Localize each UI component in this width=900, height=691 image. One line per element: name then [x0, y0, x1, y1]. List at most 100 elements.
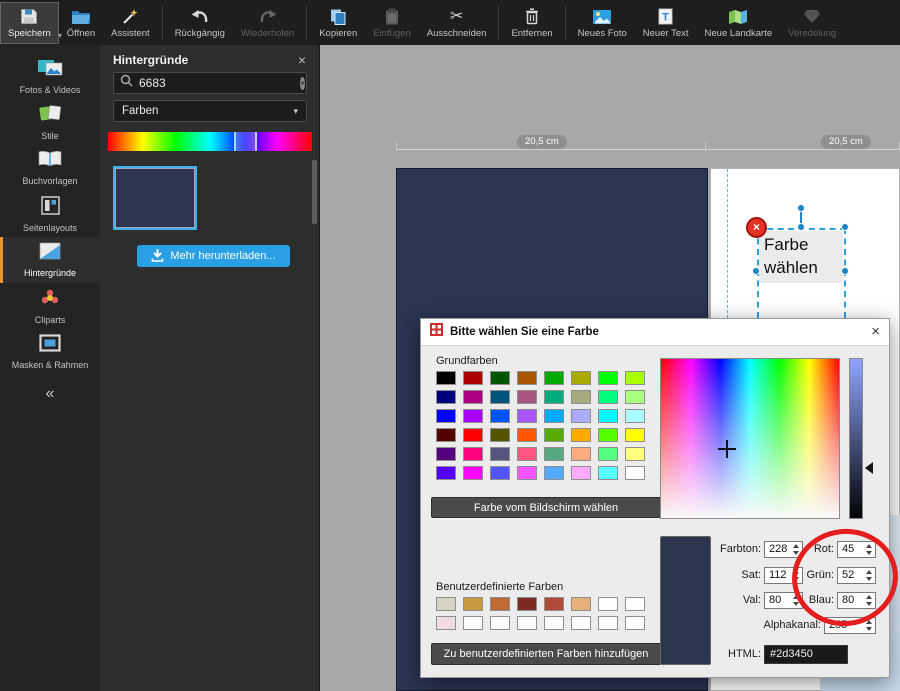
assistant-button[interactable]: Assistent: [103, 2, 158, 44]
custom-color-swatch[interactable]: [598, 616, 618, 630]
basic-color-swatch[interactable]: [625, 409, 645, 423]
search-clear-icon[interactable]: ×: [300, 77, 305, 90]
text-frame[interactable]: Farbe wählen: [759, 231, 843, 283]
value-slider-arrow[interactable]: [865, 462, 873, 474]
basic-color-swatch[interactable]: [463, 466, 483, 480]
selection-handle-top-mid[interactable]: [797, 223, 805, 231]
spin-arrows[interactable]: [791, 593, 801, 608]
hue-saturation-map[interactable]: [660, 358, 840, 519]
spin-arrows[interactable]: [864, 618, 874, 633]
basic-color-swatch[interactable]: [436, 428, 456, 442]
basic-color-swatch[interactable]: [517, 409, 537, 423]
new-text-button[interactable]: T Neuer Text: [635, 2, 697, 44]
sidebar-item-hintergruende[interactable]: Hintergründe: [0, 237, 100, 283]
basic-color-swatch[interactable]: [625, 466, 645, 480]
basic-color-swatch[interactable]: [544, 447, 564, 461]
spin-arrows[interactable]: [864, 593, 874, 608]
blue-spinbox[interactable]: 80: [837, 592, 876, 609]
basic-color-swatch[interactable]: [571, 466, 591, 480]
red-spinbox[interactable]: 45: [837, 541, 876, 558]
basic-color-swatch[interactable]: [490, 428, 510, 442]
value-slider[interactable]: [849, 358, 863, 519]
custom-color-swatch[interactable]: [571, 597, 591, 611]
basic-color-swatch[interactable]: [625, 371, 645, 385]
basic-color-swatch[interactable]: [463, 409, 483, 423]
val-spinbox[interactable]: 80: [764, 592, 803, 609]
custom-color-swatch[interactable]: [544, 597, 564, 611]
new-map-button[interactable]: Neue Landkarte: [697, 2, 781, 44]
basic-color-swatch[interactable]: [571, 428, 591, 442]
custom-color-swatch[interactable]: [436, 616, 456, 630]
spin-arrows[interactable]: [864, 568, 874, 583]
new-photo-button[interactable]: Neues Foto: [570, 2, 635, 44]
sidebar-item-seitenlayouts[interactable]: Seitenlayouts: [0, 191, 100, 237]
basic-color-swatch[interactable]: [571, 371, 591, 385]
rotation-handle[interactable]: [797, 204, 805, 212]
basic-color-swatch[interactable]: [517, 447, 537, 461]
custom-color-swatch[interactable]: [463, 616, 483, 630]
basic-color-swatch[interactable]: [517, 466, 537, 480]
basic-color-swatch[interactable]: [517, 428, 537, 442]
basic-color-swatch[interactable]: [598, 428, 618, 442]
custom-color-swatch[interactable]: [544, 616, 564, 630]
basic-color-swatch[interactable]: [490, 390, 510, 404]
add-custom-color-button[interactable]: Zu benutzerdefinierten Farben hinzufügen: [431, 643, 661, 665]
custom-color-swatch[interactable]: [517, 616, 537, 630]
download-more-button[interactable]: Mehr herunterladen...: [137, 245, 290, 267]
basic-color-swatch[interactable]: [490, 447, 510, 461]
basic-color-swatch[interactable]: [544, 466, 564, 480]
sidebar-collapse-button[interactable]: «: [0, 385, 100, 403]
delete-button[interactable]: Entfernen: [503, 2, 560, 44]
basic-color-swatch[interactable]: [571, 409, 591, 423]
spin-arrows[interactable]: [791, 542, 801, 557]
basic-color-swatch[interactable]: [517, 371, 537, 385]
selection-handle-top-right[interactable]: [841, 223, 849, 231]
basic-color-swatch[interactable]: [517, 390, 537, 404]
custom-color-swatch[interactable]: [436, 597, 456, 611]
basic-color-swatch[interactable]: [598, 390, 618, 404]
green-spinbox[interactable]: 52: [837, 567, 876, 584]
panel-close-icon[interactable]: ×: [298, 54, 306, 66]
custom-color-swatch[interactable]: [625, 597, 645, 611]
search-input[interactable]: [139, 76, 294, 90]
basic-color-swatch[interactable]: [490, 466, 510, 480]
sidebar-item-fotos-videos[interactable]: Fotos & Videos: [0, 53, 100, 99]
undo-button[interactable]: Rückgängig: [167, 2, 233, 44]
cut-button[interactable]: ✂ Ausschneiden: [419, 2, 495, 44]
basic-color-swatch[interactable]: [571, 447, 591, 461]
dialog-titlebar[interactable]: Bitte wählen Sie eine Farbe ×: [421, 319, 889, 346]
hue-strip[interactable]: [108, 132, 312, 151]
pick-screen-color-button[interactable]: Farbe vom Bildschirm wählen: [431, 497, 661, 518]
open-button[interactable]: Öffnen: [59, 2, 103, 44]
alpha-spinbox[interactable]: 255: [824, 617, 876, 634]
custom-color-swatch[interactable]: [571, 616, 591, 630]
finishing-button[interactable]: Veredelung: [780, 2, 844, 44]
hue-spinbox[interactable]: 228: [764, 541, 803, 558]
dialog-close-icon[interactable]: ×: [871, 325, 880, 339]
basic-color-swatch[interactable]: [463, 447, 483, 461]
basic-color-swatch[interactable]: [463, 428, 483, 442]
custom-color-swatch[interactable]: [598, 597, 618, 611]
basic-color-swatch[interactable]: [598, 466, 618, 480]
sidebar-item-buchvorlagen[interactable]: Buchvorlagen: [0, 145, 100, 191]
basic-color-swatch[interactable]: [598, 447, 618, 461]
custom-color-swatch[interactable]: [490, 597, 510, 611]
basic-color-swatch[interactable]: [436, 390, 456, 404]
basic-color-swatch[interactable]: [544, 390, 564, 404]
background-swatch-selected[interactable]: [113, 166, 197, 230]
spin-arrows[interactable]: [864, 542, 874, 557]
sat-spinbox[interactable]: 112: [764, 567, 803, 584]
selection-handle-right-mid[interactable]: [841, 267, 849, 275]
redo-button[interactable]: Wiederholen: [233, 2, 302, 44]
custom-color-swatch[interactable]: [490, 616, 510, 630]
spin-arrows[interactable]: [791, 568, 801, 583]
custom-color-swatch[interactable]: [625, 616, 645, 630]
selection-handle-left-mid[interactable]: [752, 267, 760, 275]
basic-color-swatch[interactable]: [625, 428, 645, 442]
basic-color-swatch[interactable]: [463, 390, 483, 404]
panel-scrollbar-thumb[interactable]: [312, 160, 317, 224]
basic-color-swatch[interactable]: [598, 371, 618, 385]
category-dropdown[interactable]: Farben ▾: [113, 100, 307, 122]
basic-color-swatch[interactable]: [544, 428, 564, 442]
basic-color-swatch[interactable]: [544, 371, 564, 385]
